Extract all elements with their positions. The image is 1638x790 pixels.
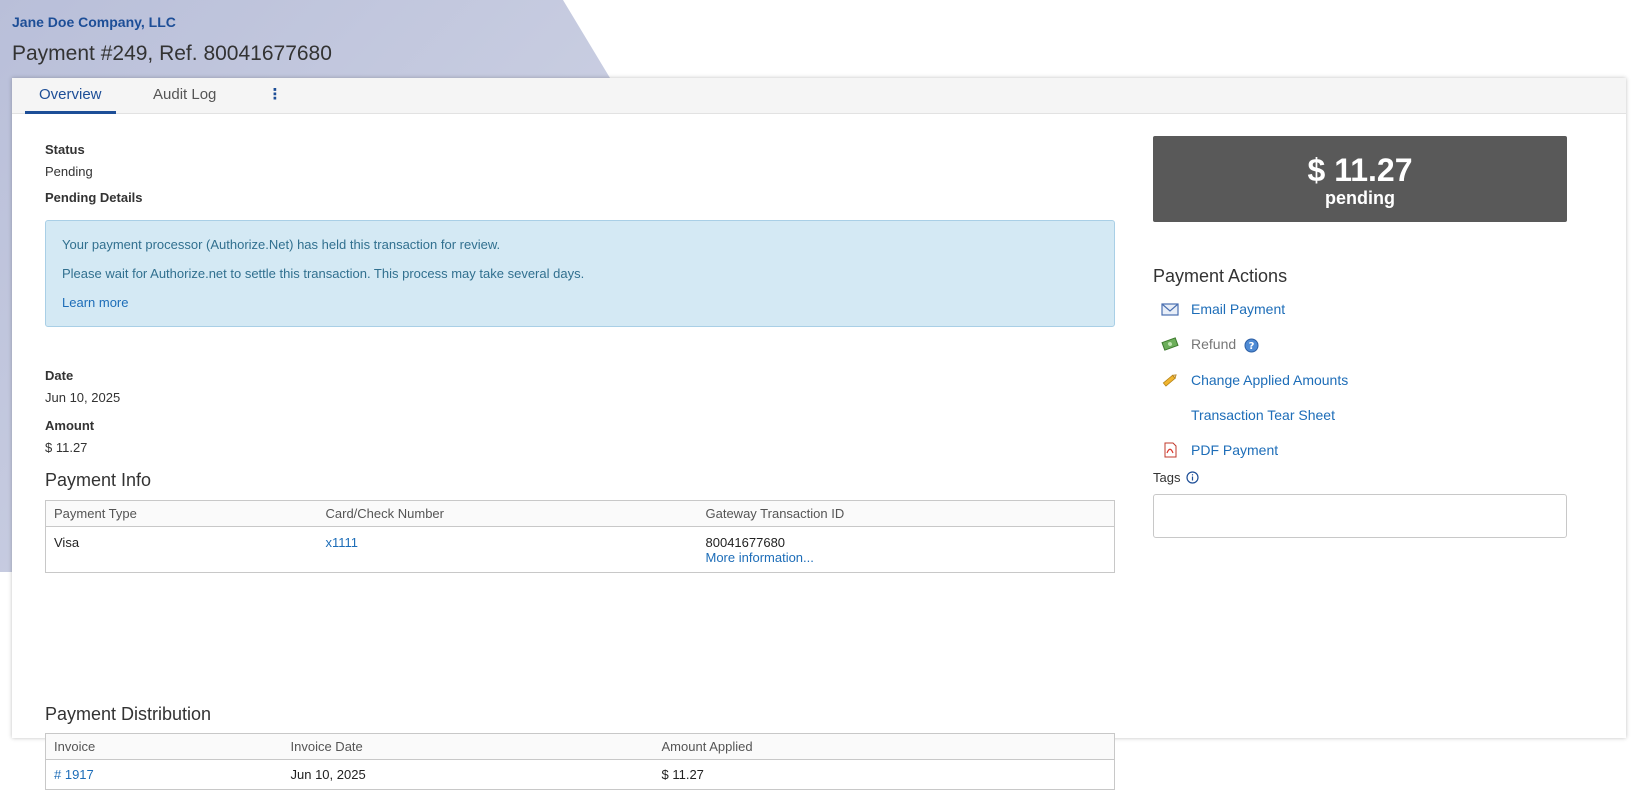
payment-info-table: Payment Type Card/Check Number Gateway T… bbox=[45, 500, 1115, 573]
action-transaction-tear-sheet[interactable]: Transaction Tear Sheet bbox=[1153, 404, 1567, 426]
pending-alert: Your payment processor (Authorize.Net) h… bbox=[45, 220, 1115, 327]
more-information-link[interactable]: More information... bbox=[706, 550, 814, 565]
payment-actions-title: Payment Actions bbox=[1153, 266, 1288, 286]
summary-status: pending bbox=[1325, 188, 1395, 208]
status-label: Status bbox=[45, 142, 85, 157]
page-header: Jane Doe Company, LLC Payment #249, Ref.… bbox=[12, 12, 332, 69]
column-header: Invoice bbox=[45, 733, 283, 760]
refund-label: Refund bbox=[1191, 336, 1237, 352]
payment-distribution-title: Payment Distribution bbox=[45, 704, 212, 724]
card-number-link[interactable]: x1111 bbox=[326, 535, 359, 550]
status-value: Pending bbox=[45, 164, 93, 179]
payment-distribution-table: Invoice Invoice Date Amount Applied # 19… bbox=[45, 733, 1115, 790]
action-refund: Refund ? bbox=[1153, 333, 1567, 355]
invoice-date: Jun 10, 2025 bbox=[290, 767, 366, 782]
column-header: Amount Applied bbox=[653, 733, 1115, 760]
pdf-icon bbox=[1161, 442, 1179, 458]
tab-overview[interactable]: Overview bbox=[25, 78, 116, 114]
change-applied-amounts-link[interactable]: Change Applied Amounts bbox=[1191, 369, 1348, 391]
tags-label: Tags bbox=[1153, 470, 1181, 485]
alert-line-1: Your payment processor (Authorize.Net) h… bbox=[62, 237, 501, 252]
action-pdf-payment[interactable]: PDF Payment bbox=[1153, 439, 1567, 461]
envelope-icon bbox=[1161, 301, 1179, 317]
date-label: Date bbox=[45, 368, 74, 383]
tab-bar: Overview Audit Log ⋮ bbox=[12, 78, 1626, 114]
info-icon[interactable] bbox=[1186, 471, 1199, 487]
column-header: Card/Check Number bbox=[317, 500, 698, 527]
table-row: # 1917 Jun 10, 2025 $ 11.27 bbox=[46, 760, 1115, 790]
amount-applied: $ 11.27 bbox=[661, 767, 704, 782]
amount-label: Amount bbox=[45, 418, 95, 433]
page-title: Payment #249, Ref. 80041677680 bbox=[12, 42, 332, 65]
column-header: Payment Type bbox=[45, 500, 318, 527]
payment-summary-box: $ 11.27 pending bbox=[1153, 136, 1567, 222]
invoice-link[interactable]: # 1917 bbox=[54, 767, 94, 782]
summary-amount: $ 11.27 bbox=[1307, 152, 1413, 188]
pending-details-label: Pending Details bbox=[45, 190, 143, 205]
action-email-payment[interactable]: Email Payment bbox=[1153, 298, 1567, 320]
column-header: Invoice Date bbox=[282, 733, 654, 760]
alert-line-2: Please wait for Authorize.net to settle … bbox=[62, 266, 585, 281]
action-change-applied-amounts[interactable]: Change Applied Amounts bbox=[1153, 369, 1567, 391]
date-value: Jun 10, 2025 bbox=[45, 390, 121, 405]
tags-input[interactable] bbox=[1153, 494, 1567, 538]
learn-more-link[interactable]: Learn more bbox=[62, 295, 128, 310]
help-icon[interactable]: ? bbox=[1244, 337, 1259, 353]
transaction-tear-sheet-link[interactable]: Transaction Tear Sheet bbox=[1191, 404, 1335, 426]
payment-card: Overview Audit Log ⋮ Status Pending Pend… bbox=[12, 78, 1626, 790]
amount-value: $ 11.27 bbox=[45, 440, 88, 455]
pencil-icon bbox=[1161, 372, 1179, 388]
email-payment-link[interactable]: Email Payment bbox=[1191, 298, 1285, 320]
gateway-transaction-id: 80041677680 bbox=[705, 535, 786, 550]
tags-label-row: Tags bbox=[1153, 470, 1199, 487]
svg-text:?: ? bbox=[1249, 341, 1255, 352]
column-header: Gateway Transaction ID bbox=[697, 500, 1115, 527]
pdf-payment-link[interactable]: PDF Payment bbox=[1191, 439, 1278, 461]
more-vertical-icon[interactable]: ⋮ bbox=[267, 78, 283, 114]
money-icon bbox=[1161, 336, 1179, 352]
payment-type: Visa bbox=[54, 535, 80, 550]
company-name: Jane Doe Company, LLC bbox=[12, 14, 176, 30]
payment-info-title: Payment Info bbox=[45, 470, 152, 490]
table-row: Visa x1111 80041677680 More information.… bbox=[46, 527, 1115, 573]
tab-audit-log[interactable]: Audit Log bbox=[153, 78, 216, 114]
